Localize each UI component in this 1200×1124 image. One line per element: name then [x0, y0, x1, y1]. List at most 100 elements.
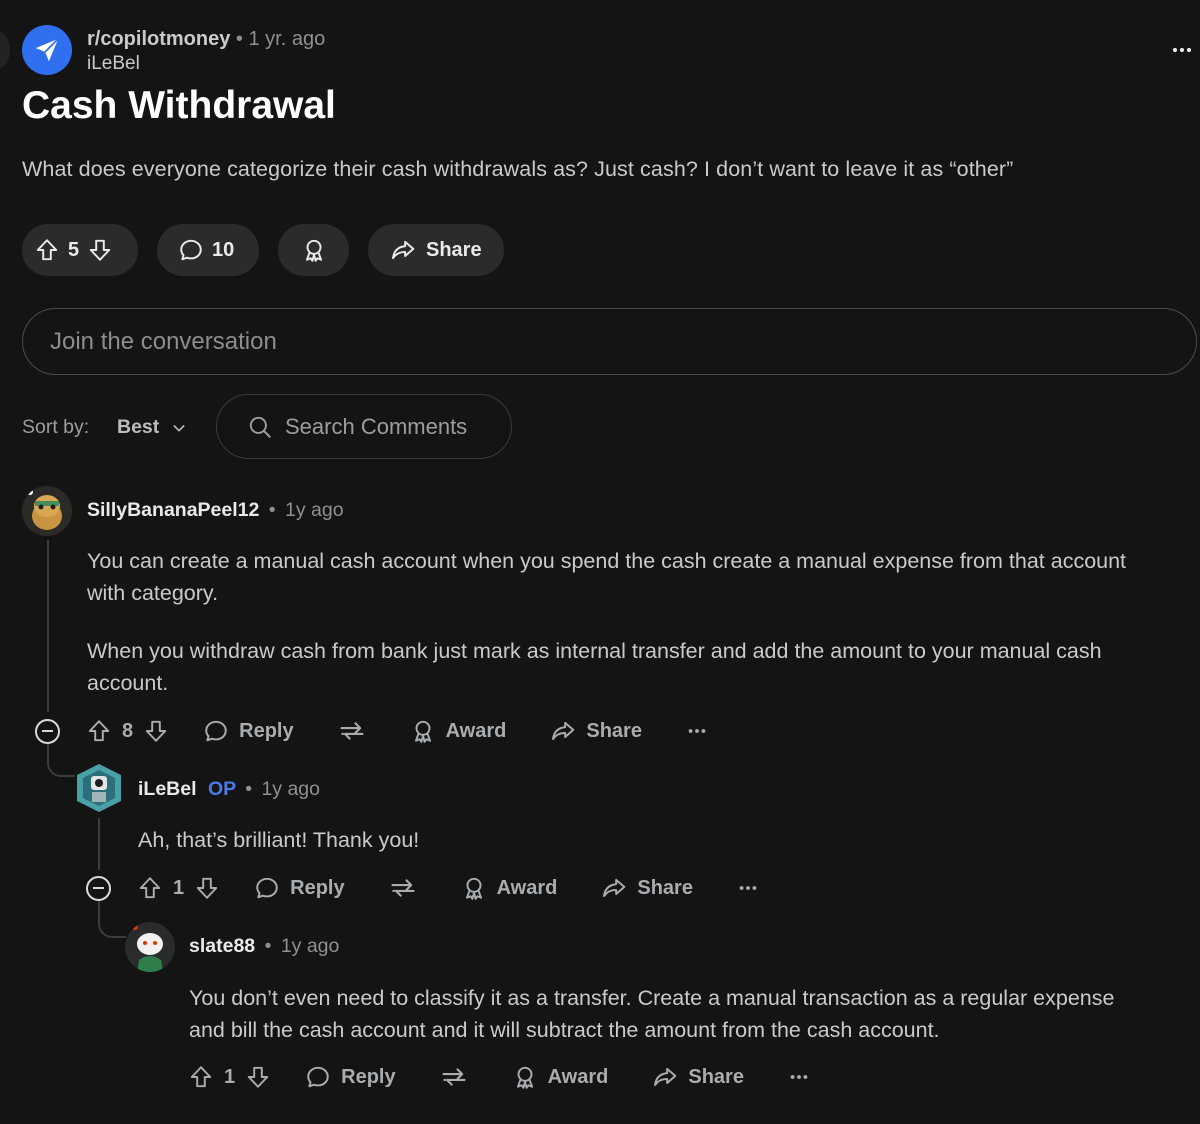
subreddit-name-line: r/copilotmoney • 1 yr. ago	[87, 28, 325, 51]
share-arrow-icon	[390, 237, 416, 263]
arrow-down-icon[interactable]	[245, 1064, 271, 1090]
speech-bubble-icon	[254, 875, 280, 901]
crosspost-icon[interactable]	[338, 717, 366, 745]
reply-label: Reply	[239, 719, 294, 742]
share-label: Share	[586, 719, 642, 742]
award-button[interactable]: Award	[410, 718, 507, 744]
ellipsis-icon[interactable]	[686, 720, 708, 742]
comment-author-line: slate88 • 1y ago	[189, 935, 339, 958]
search-placeholder: Search Comments	[285, 413, 468, 439]
post-age: 1 yr. ago	[248, 28, 326, 50]
subreddit-link[interactable]: r/copilotmoney	[87, 28, 230, 50]
post-title: Cash Withdrawal	[22, 84, 336, 127]
award-ribbon-icon	[301, 237, 327, 263]
composer-placeholder: Join the conversation	[50, 327, 277, 355]
comment-actions: 1 Reply Award Share	[188, 1062, 810, 1092]
comment-author-line: SillyBananaPeel12 • 1y ago	[87, 499, 344, 522]
share-button[interactable]: Share	[652, 1064, 744, 1090]
award-label: Award	[496, 876, 558, 899]
meta-separator: •	[245, 778, 253, 800]
comment-body: You don’t even need to classify it as a …	[189, 986, 1115, 1042]
ellipsis-icon[interactable]	[788, 1066, 810, 1088]
avatar[interactable]	[125, 922, 175, 972]
comment-actions: 1 Reply Award Share	[86, 873, 759, 903]
post-author[interactable]: iLeBel	[87, 53, 140, 75]
post-body: What does everyone categorize their cash…	[22, 157, 1014, 181]
comment-author[interactable]: iLeBel	[138, 778, 197, 800]
ellipsis-icon[interactable]	[737, 877, 759, 899]
comment-author-line: iLeBel OP • 1y ago	[138, 778, 320, 801]
speech-bubble-icon	[305, 1064, 331, 1090]
arrow-up-icon[interactable]	[137, 875, 163, 901]
ellipsis-icon	[1170, 38, 1194, 62]
paper-plane-icon	[32, 35, 62, 65]
speech-bubble-icon	[203, 718, 229, 744]
award-button[interactable]: Award	[512, 1064, 609, 1090]
reply-label: Reply	[290, 876, 345, 899]
previous-button[interactable]	[0, 30, 10, 70]
arrow-up-icon[interactable]	[188, 1064, 214, 1090]
arrow-up-icon[interactable]	[86, 718, 112, 744]
thread-line	[47, 540, 49, 712]
meta-separator: •	[268, 499, 276, 521]
comment-age: 1y ago	[261, 778, 321, 800]
share-button[interactable]: Share	[601, 875, 693, 901]
meta-separator: •	[235, 28, 243, 50]
avatar[interactable]	[73, 762, 125, 814]
collapse-icon[interactable]	[86, 875, 111, 901]
share-label: Share	[426, 238, 482, 261]
reply-button[interactable]: Reply	[203, 718, 294, 744]
search-comments-input[interactable]: Search Comments	[216, 394, 512, 459]
comment-score: 1	[173, 876, 185, 899]
award-label: Award	[445, 719, 507, 742]
subreddit-avatar[interactable]	[22, 25, 72, 75]
meta-separator: •	[264, 935, 272, 957]
comment-author[interactable]: SillyBananaPeel12	[87, 499, 259, 521]
crosspost-icon[interactable]	[440, 1063, 468, 1091]
comment-age: 1y ago	[280, 935, 340, 957]
arrow-down-icon[interactable]	[87, 237, 113, 263]
award-button[interactable]	[278, 224, 349, 276]
arrow-down-icon[interactable]	[194, 875, 220, 901]
reply-button[interactable]: Reply	[305, 1064, 396, 1090]
collapse-icon[interactable]	[35, 718, 60, 744]
thread-line	[98, 818, 100, 870]
share-button[interactable]: Share	[550, 718, 642, 744]
crosspost-icon[interactable]	[389, 874, 417, 902]
comment-body: Ah, that’s brilliant! Thank you!	[138, 828, 420, 852]
chevron-down-icon[interactable]	[171, 420, 187, 436]
comment-actions: 8 Reply Award Share	[35, 716, 708, 746]
search-icon	[247, 414, 273, 440]
award-button[interactable]: Award	[461, 875, 558, 901]
speech-bubble-icon	[178, 237, 204, 263]
share-label: Share	[637, 876, 693, 899]
op-badge: OP	[207, 778, 236, 800]
award-ribbon-icon	[461, 875, 487, 901]
comment-author[interactable]: slate88	[189, 935, 255, 957]
comment-age: 1y ago	[285, 499, 344, 521]
thread-connector	[47, 744, 75, 777]
arrow-up-icon[interactable]	[34, 237, 60, 263]
thread-connector	[98, 900, 126, 938]
award-ribbon-icon	[512, 1064, 538, 1090]
post-score: 5	[68, 238, 80, 261]
comment-body: When you withdraw cash from bank just ma…	[87, 639, 1102, 695]
comment-body: You can create a manual cash account whe…	[87, 549, 1127, 605]
reply-button[interactable]: Reply	[254, 875, 345, 901]
share-arrow-icon	[601, 875, 627, 901]
comment-score: 8	[122, 719, 134, 742]
avatar[interactable]	[22, 486, 72, 536]
arrow-down-icon[interactable]	[143, 718, 169, 744]
share-arrow-icon	[550, 718, 576, 744]
share-button[interactable]: Share	[368, 224, 504, 276]
sort-label: Sort by:	[22, 416, 90, 438]
post-more-button[interactable]	[1170, 38, 1194, 62]
comments-button[interactable]: 10	[157, 224, 259, 276]
comment-score: 1	[224, 1065, 236, 1088]
sort-dropdown[interactable]: Best	[117, 416, 159, 439]
award-label: Award	[547, 1065, 609, 1088]
join-conversation-input[interactable]: Join the conversation	[22, 308, 1197, 375]
share-label: Share	[688, 1065, 744, 1088]
comment-count: 10	[212, 238, 235, 261]
share-arrow-icon	[652, 1064, 678, 1090]
